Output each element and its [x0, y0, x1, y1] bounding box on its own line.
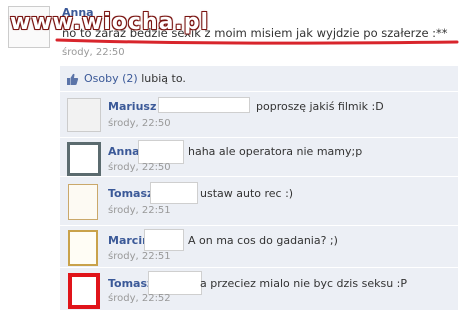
comment-author[interactable]: Tomasz: [108, 187, 153, 200]
redacted-name-box: [138, 140, 184, 164]
comment-text: ustaw auto rec :): [200, 187, 294, 200]
redacted-name-box: [148, 271, 202, 295]
comment-avatar[interactable]: [68, 230, 98, 266]
comment: Tomasz ustaw auto rec :) środy, 22:51: [60, 177, 458, 225]
comment-avatar[interactable]: [68, 273, 100, 309]
likes-bar: Osoby (2) lubią to.: [60, 66, 458, 91]
comment: Anna haha ale operatora nie mamy;p środy…: [60, 138, 458, 176]
thumbs-up-icon: [66, 71, 79, 90]
redacted-name-box: [144, 229, 184, 251]
post-underline: [55, 38, 459, 45]
comment: Marcin A on ma cos do gadania? ;) środy,…: [60, 226, 458, 267]
comment: Tomasz a przeciez mialo nie byc dzis sek…: [60, 268, 458, 310]
comment-time[interactable]: środy, 22:52: [108, 293, 171, 304]
comment-author[interactable]: Anna: [108, 145, 140, 158]
comment-avatar[interactable]: [68, 184, 98, 220]
comment-avatar[interactable]: [67, 142, 101, 176]
comment: Mariusz poproszę jakiś filmik :D środy, …: [60, 92, 458, 137]
watermark: www.wiocha.pl: [10, 10, 210, 35]
comment-avatar[interactable]: [67, 98, 101, 132]
comment-text: A on ma cos do gadania? ;): [188, 234, 338, 247]
post-time[interactable]: środy, 22:50: [62, 47, 125, 58]
comment-text: haha ale operatora nie mamy;p: [188, 145, 363, 158]
comment-time[interactable]: środy, 22:50: [108, 118, 171, 129]
comment-time[interactable]: środy, 22:51: [108, 251, 171, 262]
likes-link[interactable]: Osoby (2): [84, 72, 138, 85]
comment-author[interactable]: Mariusz: [108, 100, 156, 113]
comment-text: a przeciez mialo nie byc dzis seksu :P: [200, 277, 407, 290]
comment-time[interactable]: środy, 22:51: [108, 205, 171, 216]
comment-author[interactable]: Tomasz: [108, 277, 153, 290]
comment-time[interactable]: środy, 22:50: [108, 162, 171, 173]
redacted-name-box: [158, 97, 250, 113]
comment-text: poproszę jakiś filmik :D: [256, 100, 384, 113]
likes-suffix: lubią to.: [141, 72, 186, 85]
redacted-name-box: [150, 182, 198, 204]
